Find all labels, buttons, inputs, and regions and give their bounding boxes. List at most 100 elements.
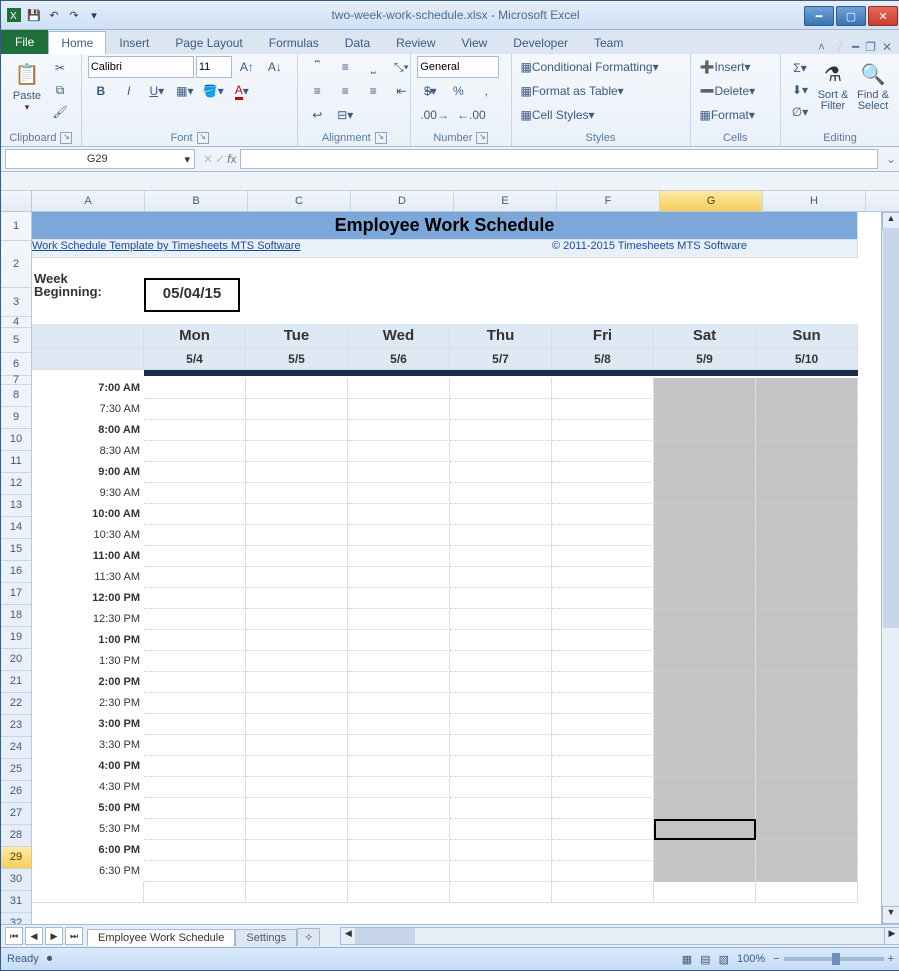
- cell[interactable]: 2:00 PM: [32, 672, 144, 693]
- cell[interactable]: [450, 819, 552, 840]
- cell[interactable]: [450, 735, 552, 756]
- cell[interactable]: [246, 819, 348, 840]
- cell[interactable]: [552, 672, 654, 693]
- cell[interactable]: [246, 420, 348, 441]
- cell[interactable]: [144, 651, 246, 672]
- cell[interactable]: [348, 693, 450, 714]
- cell[interactable]: [552, 882, 654, 903]
- week-date-value[interactable]: 05/04/15: [144, 278, 240, 312]
- row-header[interactable]: 3: [1, 288, 31, 317]
- cell[interactable]: [756, 735, 858, 756]
- scroll-down-icon[interactable]: ▼: [882, 906, 899, 924]
- cell[interactable]: [552, 630, 654, 651]
- font-dialog-icon[interactable]: ↘: [197, 132, 209, 144]
- row-header[interactable]: 11: [1, 451, 31, 473]
- cell[interactable]: [144, 840, 246, 861]
- cell[interactable]: [246, 462, 348, 483]
- decrease-decimal-icon[interactable]: ←.00: [454, 104, 489, 126]
- cell[interactable]: [654, 693, 756, 714]
- fx-icon[interactable]: fx: [227, 152, 236, 166]
- undo-icon[interactable]: ↶: [45, 6, 63, 24]
- cell[interactable]: [450, 714, 552, 735]
- row-header[interactable]: 1: [1, 212, 31, 241]
- cell[interactable]: [756, 504, 858, 525]
- insert-cells-button[interactable]: ➕ Insert ▾: [697, 56, 775, 78]
- cell[interactable]: [756, 420, 858, 441]
- date-header[interactable]: 5/5: [246, 348, 348, 370]
- col-header-E[interactable]: E: [454, 191, 557, 211]
- format-cells-button[interactable]: ▦ Format ▾: [697, 104, 775, 126]
- cell[interactable]: [246, 861, 348, 882]
- cell[interactable]: [450, 630, 552, 651]
- sheet-tab-active[interactable]: Employee Work Schedule: [87, 929, 235, 946]
- cell[interactable]: [144, 567, 246, 588]
- cell[interactable]: [144, 441, 246, 462]
- cell[interactable]: [144, 819, 246, 840]
- cell[interactable]: [756, 819, 858, 840]
- cell[interactable]: [552, 546, 654, 567]
- cell[interactable]: [756, 651, 858, 672]
- cell[interactable]: [756, 399, 858, 420]
- cell[interactable]: [246, 882, 348, 903]
- cell[interactable]: [348, 630, 450, 651]
- cell[interactable]: [246, 441, 348, 462]
- cell[interactable]: [756, 714, 858, 735]
- cell[interactable]: [552, 609, 654, 630]
- cell[interactable]: [552, 504, 654, 525]
- cell[interactable]: [246, 525, 348, 546]
- cell[interactable]: [450, 483, 552, 504]
- cell[interactable]: 1:00 PM: [32, 630, 144, 651]
- zoom-in-icon[interactable]: +: [888, 953, 894, 965]
- cell[interactable]: [348, 588, 450, 609]
- sort-filter-button[interactable]: ⚗ Sort & Filter: [813, 56, 853, 122]
- new-sheet-icon[interactable]: ✧: [297, 928, 320, 946]
- font-name-input[interactable]: [88, 56, 194, 78]
- decrease-font-icon[interactable]: A↓: [262, 56, 288, 78]
- cell[interactable]: [144, 609, 246, 630]
- cell[interactable]: [144, 462, 246, 483]
- date-header[interactable]: 5/7: [450, 348, 552, 370]
- zoom-out-icon[interactable]: −: [773, 953, 779, 965]
- row-header[interactable]: 12: [1, 473, 31, 495]
- number-dialog-icon[interactable]: ↘: [476, 132, 488, 144]
- row-header[interactable]: 19: [1, 627, 31, 649]
- cell[interactable]: [654, 504, 756, 525]
- cell[interactable]: [756, 567, 858, 588]
- cell[interactable]: [450, 546, 552, 567]
- scroll-right-icon[interactable]: ▶: [884, 928, 899, 944]
- cell[interactable]: [756, 462, 858, 483]
- cell[interactable]: [348, 840, 450, 861]
- minimize-button[interactable]: ━: [804, 6, 834, 26]
- cell[interactable]: [552, 714, 654, 735]
- font-size-input[interactable]: [196, 56, 232, 78]
- cell[interactable]: [450, 756, 552, 777]
- cell[interactable]: [756, 882, 858, 903]
- cell[interactable]: [654, 630, 756, 651]
- date-header[interactable]: 5/8: [552, 348, 654, 370]
- tab-view[interactable]: View: [449, 31, 501, 54]
- cell[interactable]: [144, 483, 246, 504]
- cell[interactable]: [144, 588, 246, 609]
- row-header[interactable]: 14: [1, 517, 31, 539]
- cell[interactable]: [450, 693, 552, 714]
- row-header[interactable]: 10: [1, 429, 31, 451]
- cell[interactable]: 4:30 PM: [32, 777, 144, 798]
- delete-cells-button[interactable]: ➖ Delete ▾: [697, 80, 775, 102]
- increase-font-icon[interactable]: A↑: [234, 56, 260, 78]
- cell[interactable]: [450, 609, 552, 630]
- find-select-button[interactable]: 🔍 Find & Select: [853, 56, 893, 122]
- cell[interactable]: [348, 651, 450, 672]
- row-header[interactable]: 16: [1, 561, 31, 583]
- percent-icon[interactable]: %: [445, 80, 471, 102]
- view-break-icon[interactable]: ▧: [719, 953, 729, 966]
- cell[interactable]: [144, 420, 246, 441]
- day-header[interactable]: Mon: [144, 324, 246, 348]
- date-header[interactable]: 5/4: [144, 348, 246, 370]
- day-header[interactable]: Tue: [246, 324, 348, 348]
- cell[interactable]: [348, 714, 450, 735]
- tab-data[interactable]: Data: [332, 31, 383, 54]
- cell[interactable]: [552, 525, 654, 546]
- cell[interactable]: [32, 324, 144, 348]
- cell[interactable]: [756, 756, 858, 777]
- underline-button[interactable]: U▾: [144, 80, 170, 102]
